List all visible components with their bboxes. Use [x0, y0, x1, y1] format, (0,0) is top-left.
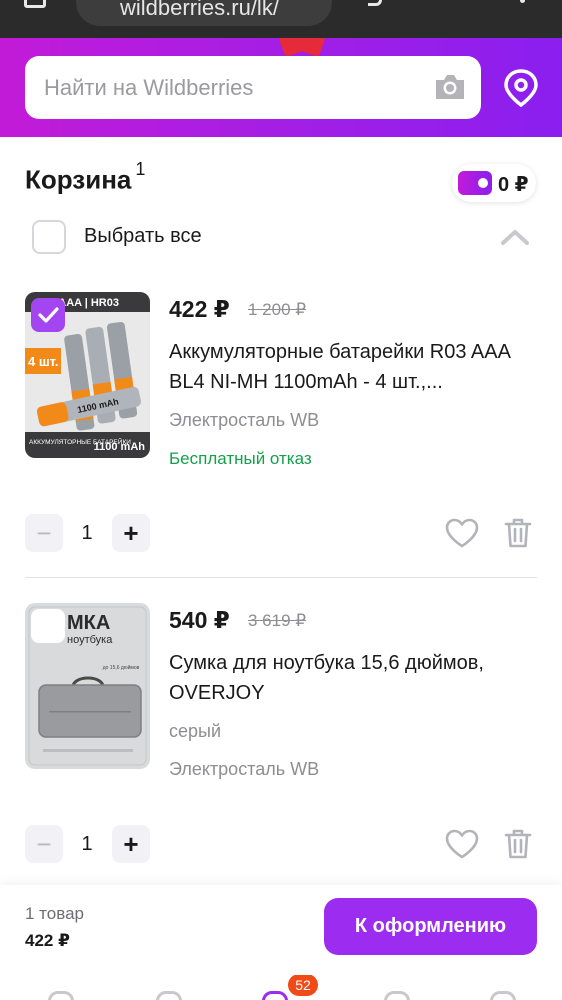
order-item-count: 1 товар: [25, 904, 84, 923]
image-headline: МКА: [67, 612, 110, 634]
item-old-price: 1 200 ₽: [248, 300, 307, 319]
trash-icon[interactable]: [504, 517, 532, 549]
item-warehouse: Электросталь WB: [169, 759, 320, 779]
trash-icon[interactable]: [504, 828, 532, 860]
page-title: Корзина 1: [25, 159, 145, 196]
item-checkbox-checked[interactable]: [31, 298, 65, 332]
item-free-refusal: Бесплатный отказ: [169, 449, 312, 468]
nav-catalog-icon[interactable]: [156, 991, 182, 1000]
search-input[interactable]: [44, 56, 424, 119]
checkmark-icon: [38, 307, 59, 323]
item-title[interactable]: Аккумуляторные батарейки R03 AAA BL4 NI-…: [169, 337, 529, 397]
image-badge-label: 4 шт.: [28, 354, 59, 369]
item-title[interactable]: Сумка для ноутбука 15,6 дюймов, OVERJOY: [169, 648, 529, 708]
image-bottom-right-label: 1100 mAh: [94, 441, 146, 453]
heart-icon[interactable]: [444, 828, 480, 860]
search-bar: [25, 56, 481, 119]
select-all-label: Выбрать все: [84, 225, 202, 247]
nav-home-icon[interactable]: [48, 991, 74, 1000]
item-warehouse: Электросталь WB: [169, 410, 320, 430]
item-price: 422 ₽: [169, 296, 230, 322]
quantity-increase-button[interactable]: +: [112, 825, 150, 863]
heart-decoration-icon: [276, 38, 330, 56]
cart-badge: 52: [288, 975, 318, 996]
item-price: 540 ₽: [169, 607, 230, 633]
wallet-balance: 0 ₽: [498, 174, 529, 196]
item-divider: [25, 577, 537, 578]
quantity-decrease-button[interactable]: −: [25, 514, 63, 552]
tabs-icon[interactable]: [24, 0, 46, 8]
quantity-increase-button[interactable]: +: [112, 514, 150, 552]
quantity-value: 1: [81, 522, 93, 544]
share-icon[interactable]: [368, 0, 382, 6]
order-summary-bar: 1 товар 422 ₽ К оформлению: [0, 885, 562, 975]
nav-cart-icon[interactable]: [262, 991, 288, 1000]
select-all-checkbox[interactable]: [32, 220, 66, 254]
browser-toolbar: wildberries.ru/lk/: [0, 0, 562, 38]
item-checkbox-unchecked[interactable]: [31, 609, 65, 643]
wallet-button[interactable]: 0 ₽: [452, 164, 536, 202]
chevron-up-icon[interactable]: [500, 228, 530, 246]
camera-icon[interactable]: [433, 72, 467, 102]
item-color: серый: [169, 721, 222, 741]
order-total: 422 ₽: [25, 931, 70, 950]
image-note: до 15,6 дюймов: [103, 664, 140, 671]
heart-icon[interactable]: [444, 517, 480, 549]
wallet-icon: [458, 171, 492, 195]
quantity-value: 1: [81, 833, 93, 855]
quantity-decrease-button[interactable]: −: [25, 825, 63, 863]
bottom-nav: 52: [0, 975, 562, 1000]
image-top-label: AAA | HR03: [58, 297, 119, 309]
checkout-button[interactable]: К оформлению: [324, 898, 537, 955]
map-pin-icon[interactable]: [503, 69, 539, 107]
nav-profile-icon[interactable]: [490, 991, 516, 1000]
address-bar[interactable]: wildberries.ru/lk/: [76, 0, 332, 26]
cart-title: Корзина: [25, 164, 132, 195]
more-menu-icon[interactable]: [520, 0, 526, 6]
image-sub: ноутбука: [67, 634, 113, 646]
cart-count: 1: [135, 159, 146, 179]
nav-favorites-icon[interactable]: [384, 991, 410, 1000]
item-old-price: 3 619 ₽: [248, 611, 307, 630]
